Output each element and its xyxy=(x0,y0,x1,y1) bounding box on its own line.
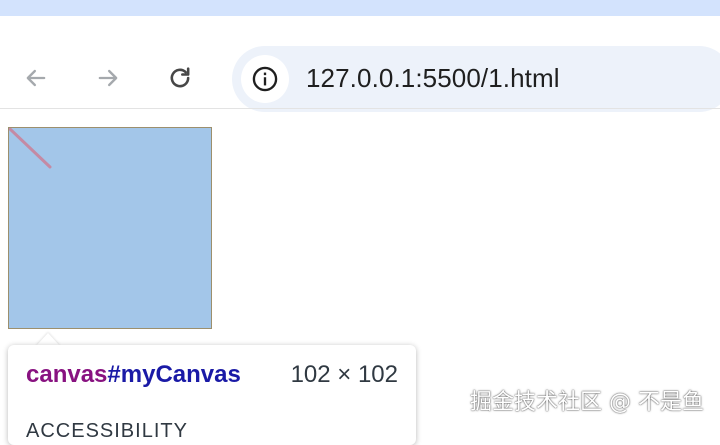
my-canvas[interactable] xyxy=(8,127,212,329)
browser-toolbar: 127.0.0.1:5500/1.html xyxy=(0,16,720,112)
element-id: #myCanvas xyxy=(107,361,241,388)
url-text[interactable]: 127.0.0.1:5500/1.html xyxy=(306,63,560,94)
back-arrow-icon xyxy=(26,69,46,87)
element-size: 102 × 102 xyxy=(290,361,398,388)
forward-button[interactable] xyxy=(88,58,128,98)
browser-frame-strip xyxy=(0,0,720,16)
element-selector: canvas#myCanvas xyxy=(26,361,241,389)
reload-button[interactable] xyxy=(160,58,200,98)
accessibility-heading: ACCESSIBILITY xyxy=(26,420,188,442)
element-tag: canvas xyxy=(26,361,108,388)
canvas-drawn-line xyxy=(9,128,52,169)
watermark: 掘金技术社区 @ 不是鱼 xyxy=(470,390,704,415)
toolbar-divider xyxy=(0,108,720,109)
inspect-tooltip: canvas#myCanvas 102 × 102 ACCESSIBILITY xyxy=(8,345,416,445)
site-info-button[interactable] xyxy=(241,55,289,103)
reload-icon xyxy=(170,67,190,88)
forward-arrow-icon xyxy=(98,69,118,87)
info-icon xyxy=(252,66,278,92)
back-button[interactable] xyxy=(16,58,56,98)
address-bar[interactable]: 127.0.0.1:5500/1.html xyxy=(232,46,720,112)
